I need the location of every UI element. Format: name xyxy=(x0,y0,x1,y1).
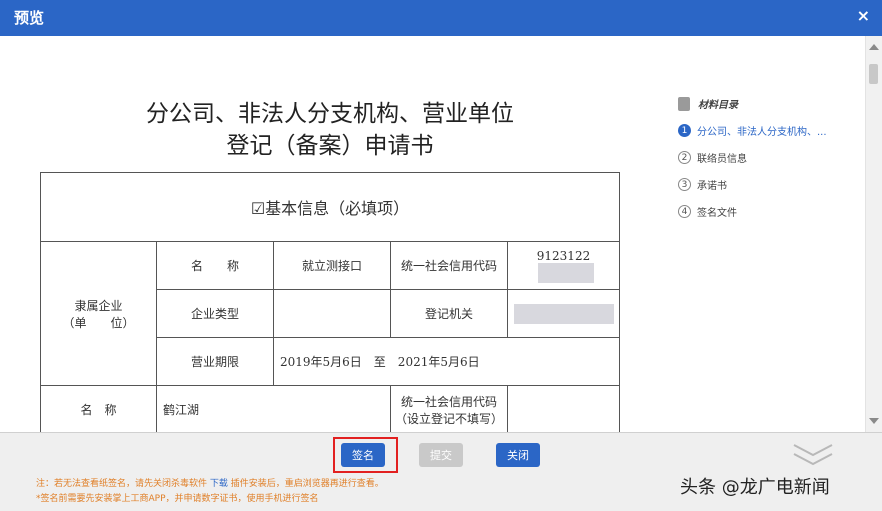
note-text: 插件安装后，重启浏览器再进行查看。 xyxy=(230,479,384,489)
chevron-down-icon xyxy=(793,444,833,466)
sidebar-item-commitment[interactable]: 3 承诺书 xyxy=(678,177,858,192)
credit-code-cell: 9123122 xyxy=(507,241,620,290)
credit-code-value: 9123122 xyxy=(536,248,591,263)
credit-code-label: 统一社会信用代码 xyxy=(390,241,508,290)
business-term-value: 2019年5月6日 至 2021年5月6日 xyxy=(273,337,620,386)
branch-credit-label: 统一社会信用代码 （设立登记不填写） xyxy=(390,385,508,432)
watermark: 头条 @龙广电新闻 xyxy=(680,477,830,498)
note-line-2: *签名前需要先安装掌上工商APP，并申请数字证书，使用手机进行签名 xyxy=(36,494,319,504)
sidebar-item-application[interactable]: 1 分公司、非法人分支机构、... xyxy=(678,123,858,138)
sidebar-item-label: 联络员信息 xyxy=(697,154,747,165)
sidebar-item-contact[interactable]: 2 联络员信息 xyxy=(678,150,858,165)
note-line-1: 注：若无法查看纸签名，请先关闭杀毒软件 下载 插件安装后，重启浏览器再进行查看。 xyxy=(36,477,384,492)
sidebar-item-label: 承诺书 xyxy=(697,181,727,192)
action-bar: 签名 提交 关闭 注：若无法查看纸签名，请先关闭杀毒软件 下载 插件安装后，重启… xyxy=(0,432,882,511)
company-type-value xyxy=(273,289,391,338)
submit-button[interactable]: 提交 xyxy=(419,443,463,467)
parent-group-label: 隶属企业 （单 位） xyxy=(40,241,157,386)
branch-credit-value xyxy=(507,385,620,432)
sidebar-item-signature-file[interactable]: 4 签名文件 xyxy=(678,204,858,219)
step-number: 4 xyxy=(678,205,691,218)
window-title: 预览 xyxy=(14,9,45,27)
download-link[interactable]: 下载 xyxy=(210,479,228,489)
materials-sidebar: 材料目录 1 分公司、非法人分支机构、... 2 联络员信息 3 承诺书 4 签… xyxy=(678,96,858,219)
title-bar: 预览 × xyxy=(0,0,882,36)
registry-cell xyxy=(507,289,620,338)
blurred-region xyxy=(513,303,614,324)
step-number: 2 xyxy=(678,151,691,164)
registry-label: 登记机关 xyxy=(390,289,508,338)
branch-name-label: 名 称 xyxy=(40,385,157,432)
blurred-region xyxy=(537,262,594,283)
scroll-up-icon[interactable] xyxy=(869,44,879,50)
application-form-table: ☑基本信息（必填项） 隶属企业 （单 位） 名 称 就立测接口 统一社会信用代码… xyxy=(40,172,620,432)
sidebar-item-label: 分公司、非法人分支机构、... xyxy=(697,127,827,138)
company-type-label: 企业类型 xyxy=(156,289,274,338)
sign-button[interactable]: 签名 xyxy=(341,443,385,467)
close-icon[interactable]: × xyxy=(857,6,870,25)
vertical-scrollbar[interactable] xyxy=(865,36,882,432)
name-label: 名 称 xyxy=(156,241,274,290)
section-header: ☑基本信息（必填项） xyxy=(40,172,620,242)
note-text: 注：若无法查看纸签名，请先关闭杀毒软件 xyxy=(36,479,208,489)
scroll-down-icon[interactable] xyxy=(869,418,879,424)
document-title-line2: 登记（备案）申请书 xyxy=(226,133,434,159)
document-title-line1: 分公司、非法人分支机构、营业单位 xyxy=(146,101,514,127)
document-icon xyxy=(678,96,690,111)
sidebar-title: 材料目录 xyxy=(698,100,738,111)
preview-content: 分公司、非法人分支机构、营业单位 登记（备案）申请书 ☑基本信息（必填项） 隶属… xyxy=(0,36,866,432)
sidebar-item-label: 签名文件 xyxy=(697,208,737,219)
scroll-thumb[interactable] xyxy=(869,64,878,84)
sidebar-header: 材料目录 xyxy=(678,96,858,111)
name-value: 就立测接口 xyxy=(273,241,391,290)
close-button[interactable]: 关闭 xyxy=(496,443,540,467)
branch-name-value: 鹤江湖 xyxy=(156,385,391,432)
step-number: 3 xyxy=(678,178,691,191)
business-term-label: 营业期限 xyxy=(156,337,274,386)
notes: 注：若无法查看纸签名，请先关闭杀毒软件 下载 插件安装后，重启浏览器再进行查看。… xyxy=(36,477,384,507)
step-number: 1 xyxy=(678,124,691,137)
